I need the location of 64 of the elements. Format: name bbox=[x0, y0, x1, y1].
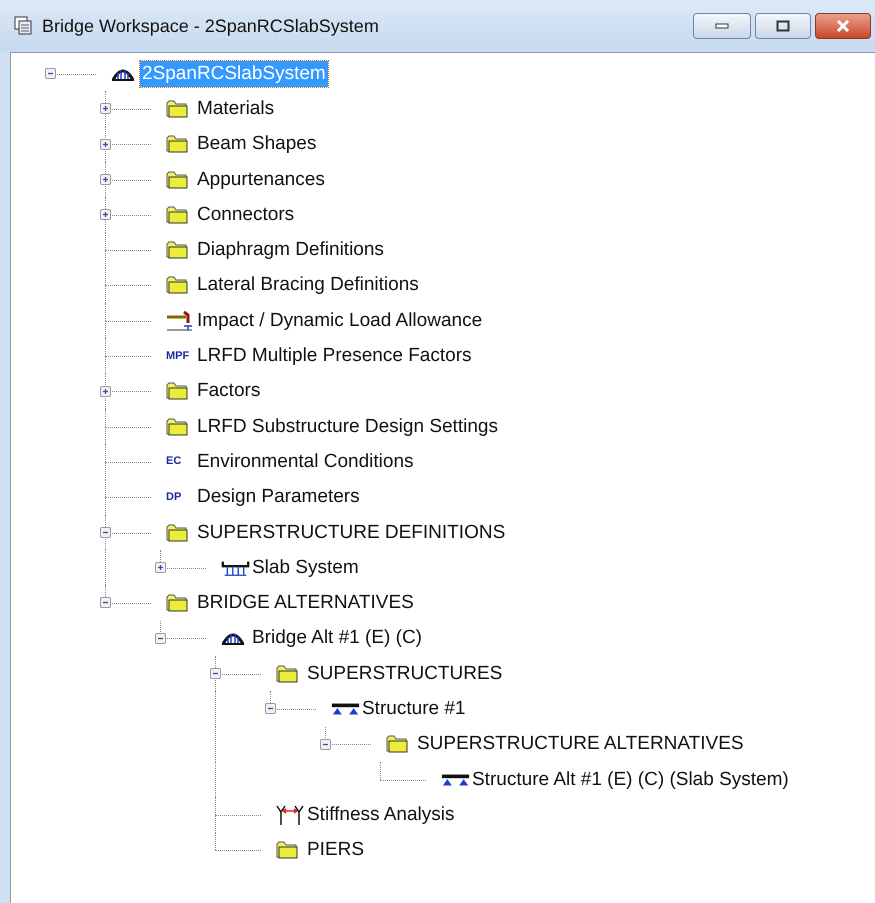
letter-icon: MPF bbox=[166, 350, 194, 362]
tree-item[interactable]: PIERS bbox=[305, 837, 366, 864]
folder-icon bbox=[166, 382, 188, 400]
tree-item[interactable]: Connectors bbox=[195, 202, 296, 228]
tree-item[interactable]: Environmental Conditions bbox=[195, 448, 416, 475]
tree-item[interactable]: SUPERSTRUCTURES bbox=[305, 660, 504, 687]
minimize-button[interactable] bbox=[693, 13, 751, 39]
folder-icon bbox=[166, 594, 188, 612]
collapse-toggle[interactable] bbox=[320, 738, 331, 750]
expand-toggle[interactable] bbox=[100, 138, 111, 150]
tree-item[interactable]: Structure Alt #1 (E) (C) (Slab System) bbox=[470, 766, 791, 793]
expand-toggle[interactable] bbox=[100, 209, 111, 220]
folder-icon bbox=[276, 841, 298, 860]
slab-icon bbox=[221, 558, 250, 577]
letter-icon: DP bbox=[166, 492, 194, 503]
folder-icon bbox=[166, 100, 188, 118]
maximize-icon bbox=[776, 20, 790, 32]
tree-item[interactable]: Bridge Alt #1 (E) (C) bbox=[250, 625, 424, 652]
collapse-toggle[interactable] bbox=[265, 703, 276, 714]
tree-item[interactable]: Materials bbox=[195, 96, 276, 122]
collapse-toggle[interactable] bbox=[155, 632, 166, 644]
collapse-toggle[interactable] bbox=[100, 597, 111, 608]
tree-item[interactable]: Impact / Dynamic Load Allowance bbox=[195, 308, 484, 334]
folder-icon bbox=[166, 524, 188, 542]
expand-toggle[interactable] bbox=[100, 103, 111, 114]
expand-toggle[interactable] bbox=[100, 386, 111, 397]
folder-icon bbox=[166, 206, 188, 224]
tree-item[interactable]: SUPERSTRUCTURE DEFINITIONS bbox=[195, 520, 508, 546]
window-icon bbox=[14, 16, 34, 36]
stiffness-icon bbox=[276, 804, 304, 826]
tree-item[interactable]: LRFD Multiple Presence Factors bbox=[195, 343, 474, 370]
folder-icon bbox=[276, 664, 298, 683]
tree-item[interactable]: Slab System bbox=[250, 554, 361, 581]
close-icon bbox=[836, 20, 850, 32]
close-button[interactable] bbox=[815, 13, 871, 39]
maximize-button[interactable] bbox=[755, 13, 811, 39]
collapse-toggle[interactable] bbox=[100, 526, 111, 538]
girder-icon bbox=[441, 772, 470, 787]
window-title: Bridge Workspace - 2SpanRCSlabSystem bbox=[42, 14, 379, 38]
folder-icon bbox=[166, 276, 188, 294]
tree-item[interactable]: Beam Shapes bbox=[195, 131, 318, 158]
girder-icon bbox=[331, 702, 360, 716]
load-icon bbox=[166, 310, 194, 332]
tree-item[interactable]: Stiffness Analysis bbox=[305, 802, 457, 828]
tree-item[interactable]: BRIDGE ALTERNATIVES bbox=[195, 590, 416, 616]
tree-item[interactable]: Diaphragm Definitions bbox=[195, 237, 386, 264]
tree-item[interactable]: Factors bbox=[195, 378, 262, 404]
expand-toggle[interactable] bbox=[155, 562, 166, 574]
folder-icon bbox=[166, 170, 188, 189]
collapse-toggle[interactable] bbox=[210, 668, 221, 680]
folder-icon bbox=[166, 418, 188, 436]
tree-item[interactable]: Lateral Bracing Definitions bbox=[195, 272, 421, 298]
folder-icon bbox=[166, 135, 188, 154]
tree-item[interactable]: Design Parameters bbox=[195, 484, 362, 510]
tree-item[interactable]: Appurtenances bbox=[195, 166, 327, 193]
tree-item[interactable]: Structure #1 bbox=[360, 696, 468, 722]
letter-icon: EC bbox=[166, 456, 194, 468]
folder-icon bbox=[166, 241, 188, 260]
tree-item[interactable]: LRFD Substructure Design Settings bbox=[195, 414, 500, 440]
tree-item[interactable]: SUPERSTRUCTURE ALTERNATIVES bbox=[415, 731, 746, 758]
collapse-toggle[interactable] bbox=[45, 68, 56, 79]
expand-toggle[interactable] bbox=[100, 174, 111, 185]
folder-icon bbox=[386, 735, 408, 754]
minimize-icon bbox=[715, 23, 729, 29]
